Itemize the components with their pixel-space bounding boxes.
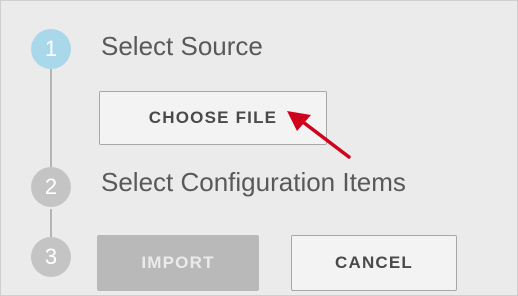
step-1-number: 1 xyxy=(44,36,58,61)
red-arrow-icon xyxy=(287,111,351,159)
step-3-indicator: 3 xyxy=(31,237,71,277)
cancel-button[interactable]: CANCEL xyxy=(291,235,457,291)
step-2-label: Select Configuration Items xyxy=(101,167,406,197)
step-2-indicator: 2 xyxy=(31,167,71,207)
cancel-label: CANCEL xyxy=(334,253,414,272)
step-2-number: 2 xyxy=(44,174,58,199)
step-connector-1-2 xyxy=(50,69,52,167)
import-button[interactable]: IMPORT xyxy=(97,235,259,291)
choose-file-label: CHOOSE FILE xyxy=(148,108,278,127)
step-3-number: 3 xyxy=(44,244,58,269)
step-1-label: Select Source xyxy=(101,31,263,61)
import-label: IMPORT xyxy=(141,253,215,272)
step-1-indicator: 1 xyxy=(31,29,71,69)
step-connector-2-3 xyxy=(50,209,52,237)
import-wizard-panel: 1 Select Source CHOOSE FILE 2 Select Con… xyxy=(0,0,518,296)
